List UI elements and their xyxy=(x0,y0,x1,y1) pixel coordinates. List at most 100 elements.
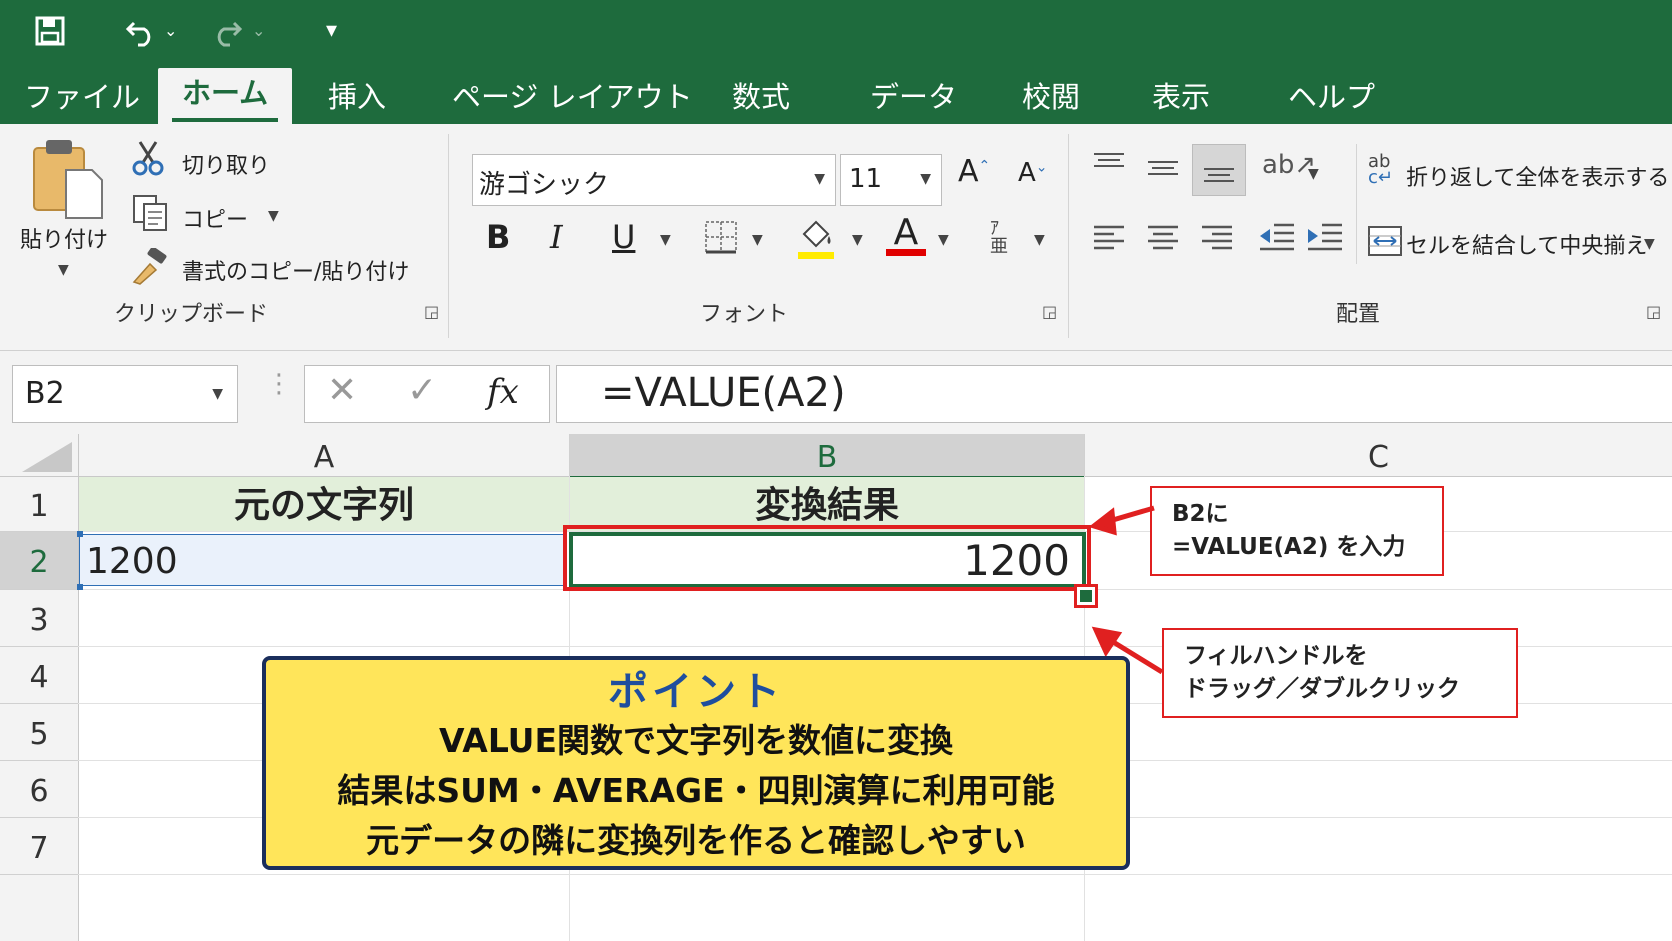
paste-label[interactable]: 貼り付け xyxy=(20,222,108,254)
arrow-head-fill xyxy=(1091,626,1123,658)
cell-a1[interactable]: 元の文字列 xyxy=(79,477,569,531)
input-callout-line1: B2に xyxy=(1172,501,1229,527)
merge-center-button[interactable]: セルを結合して中央揃え xyxy=(1406,228,1647,260)
wrap-text-icon[interactable]: ab c↵ xyxy=(1368,153,1393,187)
name-box-dropdown-icon[interactable]: ▼ xyxy=(212,386,223,402)
ribbon: 貼り付け ▼ 切り取り コピー ▼ 書式のコピー/貼り付け クリップボード ◲ … xyxy=(0,124,1672,351)
copy-dropdown-icon[interactable]: ▼ xyxy=(268,208,279,224)
more-options-icon: ⋮ xyxy=(266,369,292,399)
font-color-button[interactable]: A xyxy=(886,212,926,256)
undo-icon[interactable] xyxy=(124,0,158,69)
paste-dropdown-icon[interactable]: ▼ xyxy=(58,262,69,278)
shrink-font-button[interactable]: A⌄ xyxy=(1018,158,1048,188)
align-center-icon[interactable] xyxy=(1146,224,1180,258)
wrap-text-button[interactable]: 折り返して全体を表示する xyxy=(1406,160,1669,192)
clipboard-group-label: クリップボード xyxy=(114,302,269,327)
italic-button[interactable]: I xyxy=(550,218,563,256)
column-header-c[interactable]: C xyxy=(1085,434,1672,477)
align-top-icon[interactable] xyxy=(1092,152,1126,180)
point-line-3: 元データの隣に変換列を作ると確認しやすい xyxy=(366,821,1026,860)
group-divider xyxy=(1068,134,1069,338)
font-name-box[interactable]: 游ゴシック ▼ xyxy=(472,154,836,206)
cell-b1[interactable]: 変換結果 xyxy=(570,477,1084,531)
tab-review[interactable]: 校閲 xyxy=(1022,72,1080,124)
decrease-indent-icon[interactable] xyxy=(1258,222,1296,258)
tab-help[interactable]: ヘルプ xyxy=(1288,72,1375,124)
align-bottom-button[interactable] xyxy=(1192,144,1246,196)
formula-input[interactable]: =VALUE(A2) xyxy=(556,365,1672,423)
underline-dropdown-icon[interactable]: ▼ xyxy=(660,232,671,248)
clipboard-launcher-icon[interactable]: ◲ xyxy=(424,302,439,321)
row-header-1[interactable]: 1 xyxy=(0,477,79,532)
row-header-7[interactable]: 7 xyxy=(0,818,79,875)
tab-home[interactable]: ホーム xyxy=(158,68,293,124)
paste-button[interactable] xyxy=(30,136,106,224)
row-header-2[interactable]: 2 xyxy=(0,532,79,590)
row-header-4[interactable]: 4 xyxy=(0,647,79,704)
alignment-launcher-icon[interactable]: ◲ xyxy=(1646,302,1661,321)
title-bar: ⌄ ⌄ ▾ xyxy=(0,0,1672,62)
name-box[interactable]: B2 ▼ xyxy=(12,365,238,423)
copy-icon[interactable] xyxy=(132,194,170,236)
row-header-5[interactable]: 5 xyxy=(0,704,79,761)
grow-font-button[interactable]: A⌃ xyxy=(958,154,990,189)
borders-dropdown-icon[interactable]: ▼ xyxy=(752,232,763,248)
undo-dropdown-icon[interactable]: ⌄ xyxy=(164,0,177,62)
align-middle-icon[interactable] xyxy=(1146,158,1180,186)
formula-text: =VALUE(A2) xyxy=(601,370,846,416)
highlight-box xyxy=(563,525,1091,591)
alignment-group-label: 配置 xyxy=(1336,302,1381,327)
font-name-value: 游ゴシック xyxy=(479,170,610,200)
tab-formulas[interactable]: 数式 xyxy=(732,72,790,124)
align-right-icon[interactable] xyxy=(1200,224,1234,258)
phonetic-dropdown-icon[interactable]: ▼ xyxy=(1034,232,1045,248)
tab-data[interactable]: データ xyxy=(870,72,957,124)
font-launcher-icon[interactable]: ◲ xyxy=(1042,302,1057,321)
borders-icon[interactable] xyxy=(704,220,738,258)
redo-dropdown-icon[interactable]: ⌄ xyxy=(252,0,265,62)
tab-page-layout[interactable]: ページ レイアウト xyxy=(452,72,693,124)
cancel-icon[interactable]: ✕ xyxy=(327,370,357,411)
font-size-dropdown-icon[interactable]: ▼ xyxy=(920,171,931,187)
customize-qat-icon[interactable]: ▾ xyxy=(326,0,337,62)
redo-icon[interactable] xyxy=(210,0,244,69)
format-painter-icon[interactable] xyxy=(130,246,170,290)
cell-a2[interactable]: 1200 xyxy=(79,534,565,586)
range-handle xyxy=(77,531,83,537)
font-name-dropdown-icon[interactable]: ▼ xyxy=(814,171,825,187)
formula-controls: ✕ ✓ fx xyxy=(304,365,550,423)
enter-icon[interactable]: ✓ xyxy=(407,370,437,411)
font-color-dropdown-icon[interactable]: ▼ xyxy=(938,232,949,248)
phonetic-guide-icon[interactable]: ｱ亜 xyxy=(990,220,1008,256)
tab-view[interactable]: 表示 xyxy=(1152,72,1210,124)
font-size-box[interactable]: 11 ▼ xyxy=(840,154,942,206)
increase-indent-icon[interactable] xyxy=(1306,222,1344,258)
select-all-button[interactable] xyxy=(0,434,79,477)
merge-dropdown-icon[interactable]: ▼ xyxy=(1644,236,1655,252)
cut-button[interactable]: 切り取り xyxy=(182,148,270,180)
insert-function-button[interactable]: fx xyxy=(487,372,519,412)
fill-handle-callout: フィルハンドルを ドラッグ／ダブルクリック xyxy=(1162,628,1518,718)
copy-button[interactable]: コピー xyxy=(182,202,248,234)
save-icon[interactable] xyxy=(34,0,66,69)
fill-color-dropdown-icon[interactable]: ▼ xyxy=(852,232,863,248)
tab-file[interactable]: ファイル xyxy=(24,72,140,124)
bold-button[interactable]: B xyxy=(486,218,510,256)
align-left-icon[interactable] xyxy=(1092,224,1126,258)
font-size-value: 11 xyxy=(849,164,883,194)
format-painter-button[interactable]: 書式のコピー/貼り付け xyxy=(182,254,409,286)
fill-callout-line1: フィルハンドルを xyxy=(1184,643,1368,669)
column-header-b[interactable]: B xyxy=(570,434,1085,479)
fill-color-icon[interactable] xyxy=(796,216,836,264)
underline-button[interactable]: U xyxy=(612,218,635,256)
formula-bar: B2 ▼ ⋮ ✕ ✓ fx =VALUE(A2) xyxy=(0,351,1672,434)
group-divider xyxy=(1356,144,1357,264)
merge-center-icon[interactable] xyxy=(1368,226,1402,260)
row-header-3[interactable]: 3 xyxy=(0,590,79,647)
row-header-6[interactable]: 6 xyxy=(0,761,79,818)
point-box: ポイント VALUE関数で文字列を数値に変換 結果はSUM・AVERAGE・四則… xyxy=(262,656,1130,870)
cut-icon[interactable] xyxy=(130,140,166,180)
orientation-dropdown-icon[interactable]: ▼ xyxy=(1308,166,1319,182)
tab-insert[interactable]: 挿入 xyxy=(328,72,386,124)
column-header-a[interactable]: A xyxy=(79,434,570,477)
